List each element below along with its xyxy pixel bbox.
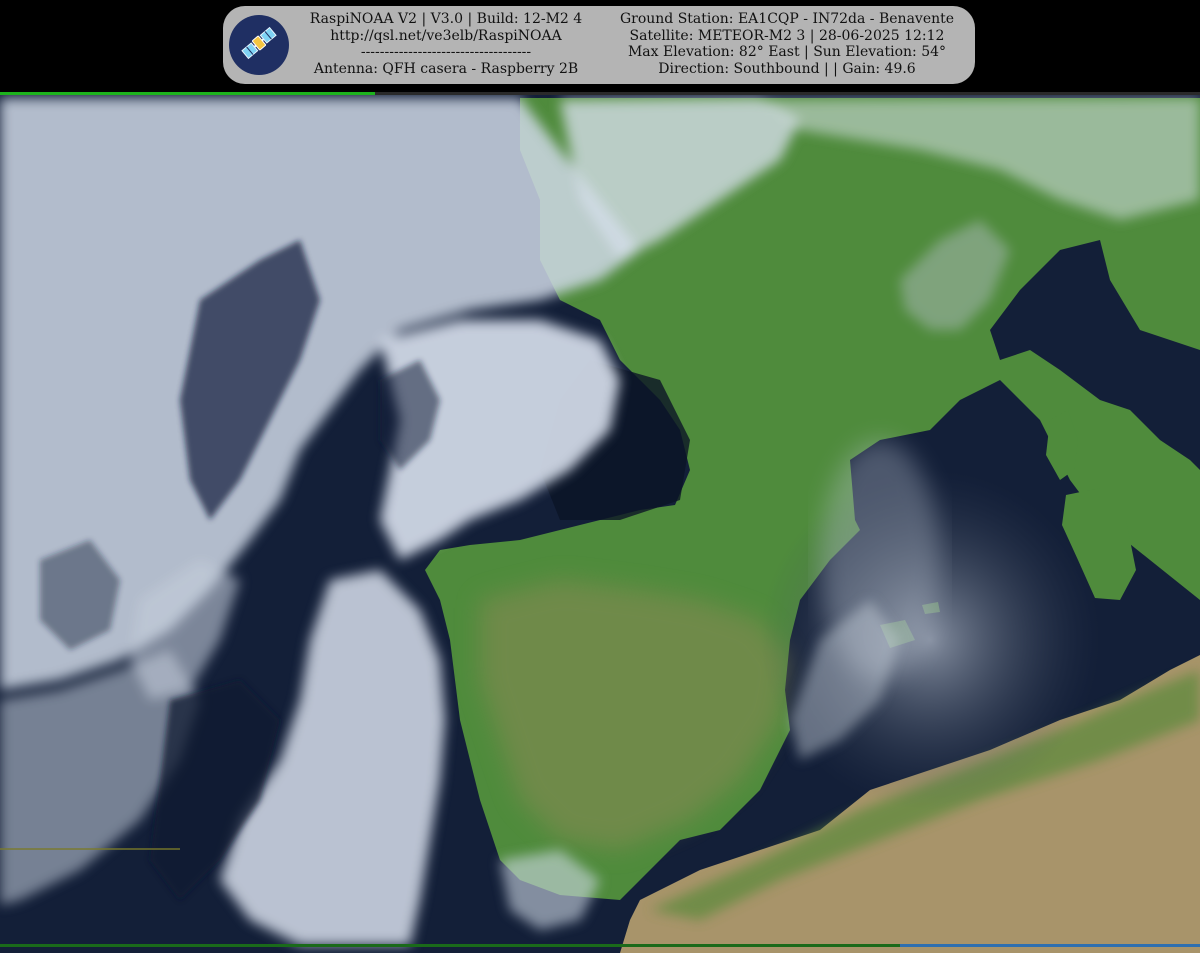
pass-details-info: Ground Station: EA1CQP - IN72da - Benave… (611, 11, 963, 77)
satellite-image (0, 92, 1200, 953)
header-bar: RaspiNOAA V2 | V3.0 | Build: 12-M2 4 htt… (0, 0, 1200, 92)
software-version-line: RaspiNOAA V2 | V3.0 | Build: 12-M2 4 (309, 11, 583, 27)
project-url-line: http://qsl.net/ve3elb/RaspiNOAA (330, 27, 562, 44)
separator-line: ------------------------------------ (360, 44, 532, 60)
satellite-icon (237, 21, 281, 70)
pass-info-panel: RaspiNOAA V2 | V3.0 | Build: 12-M2 4 htt… (223, 6, 975, 84)
antenna-line: Antenna: QFH casera - Raspberry 2B (313, 60, 579, 77)
direction-gain-line: Direction: Southbound | | Gain: 49.6 (658, 60, 916, 77)
raspinoaa-logo (229, 15, 289, 75)
elevation-line: Max Elevation: 82° East | Sun Elevation:… (627, 44, 947, 60)
station-software-info: RaspiNOAA V2 | V3.0 | Build: 12-M2 4 htt… (301, 11, 591, 77)
satellite-line: Satellite: METEOR-M2 3 | 28-06-2025 12:1… (629, 27, 945, 44)
ground-station-line: Ground Station: EA1CQP - IN72da - Benave… (619, 11, 955, 27)
scan-artifact-top (0, 92, 375, 95)
